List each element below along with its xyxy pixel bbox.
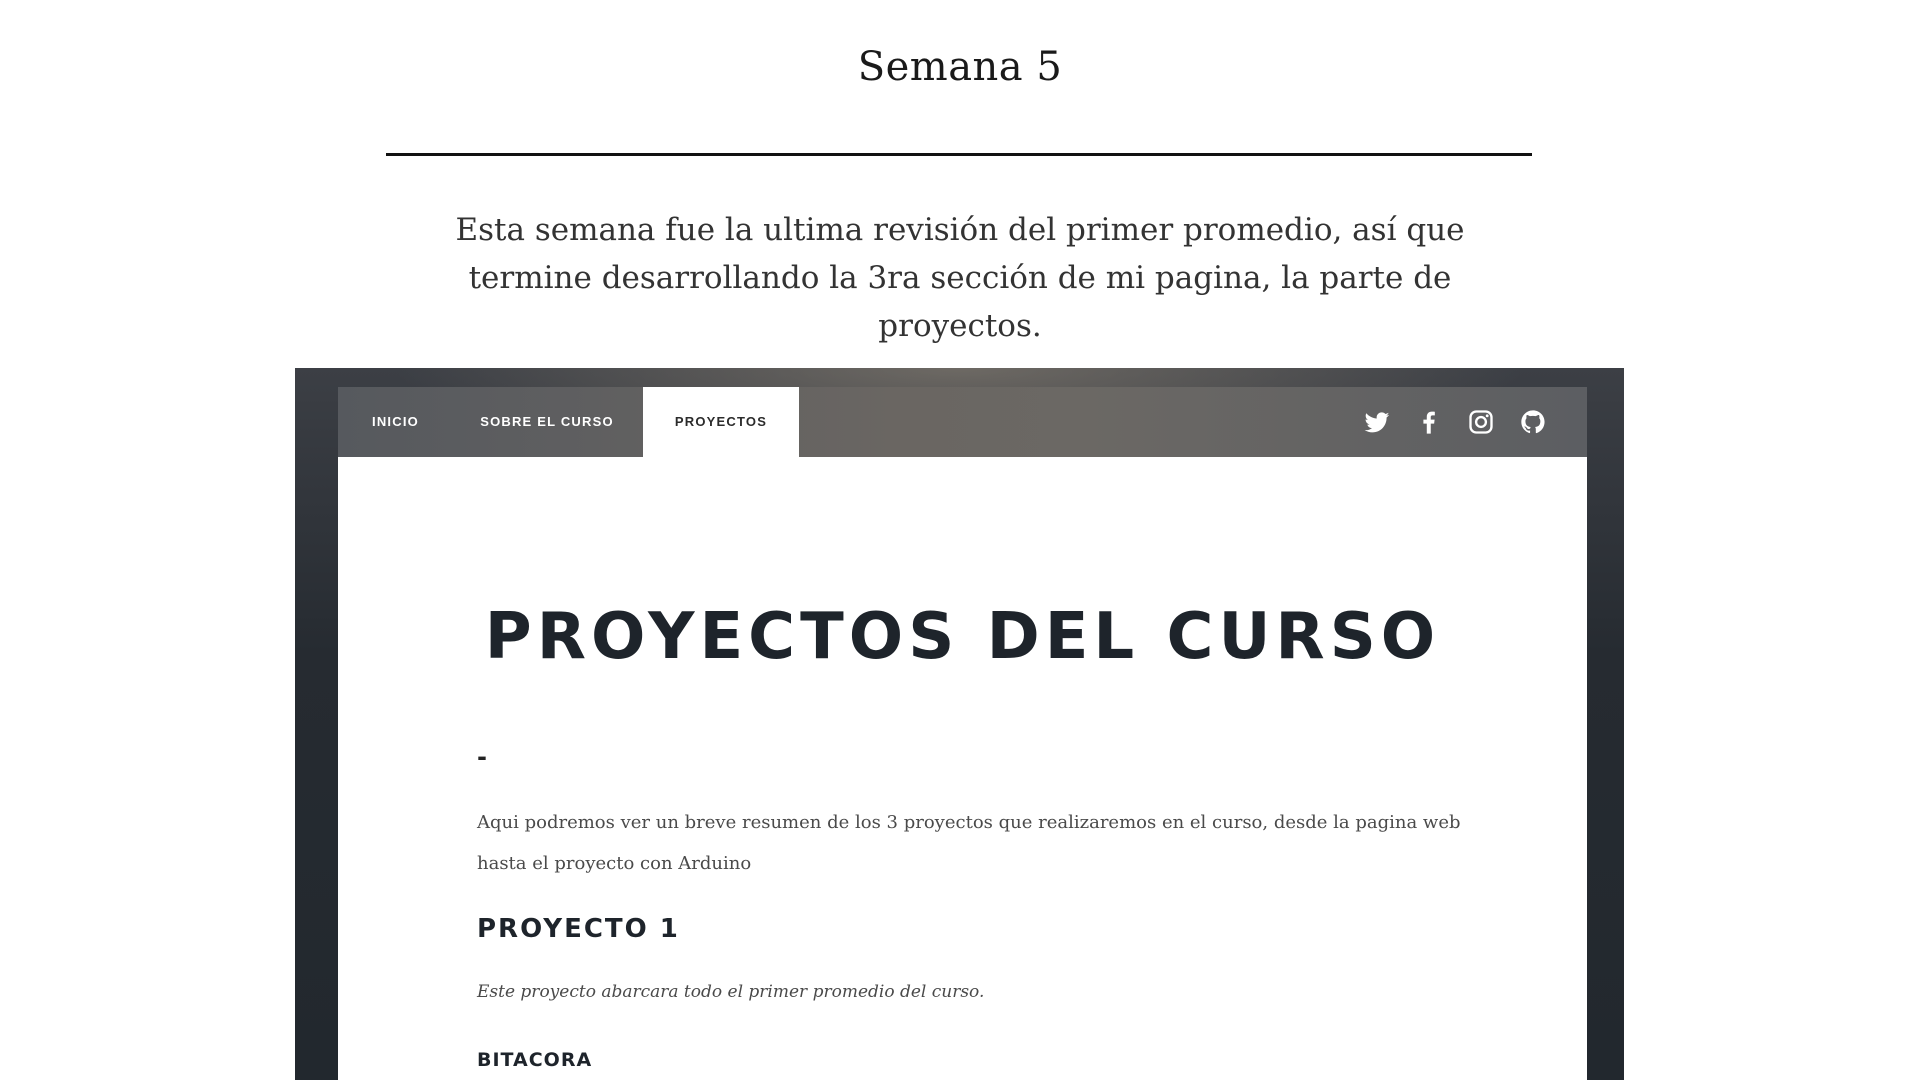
website-screenshot: INICIO SOBRE EL CURSO PROYECTOS PROYECTO… — [295, 368, 1624, 1080]
page-content: PROYECTOS DEL CURSO - Aqui podremos ver … — [338, 457, 1587, 1080]
nav-inicio[interactable]: INICIO — [338, 387, 453, 457]
github-icon[interactable] — [1519, 408, 1547, 436]
facebook-icon[interactable] — [1415, 408, 1443, 436]
post-intro: Esta semana fue la ultima revisión del p… — [455, 212, 1465, 344]
title-divider — [386, 153, 1532, 156]
twitter-icon[interactable] — [1363, 408, 1391, 436]
page-title: PROYECTOS DEL CURSO — [484, 600, 1441, 674]
site-navbar: INICIO SOBRE EL CURSO PROYECTOS — [338, 387, 1587, 457]
section-title: PROYECTO 1 — [477, 914, 680, 944]
section-subtitle: Este proyecto abarcara todo el primer pr… — [477, 982, 985, 1002]
subsection-title: BITACORA — [477, 1049, 593, 1071]
post-title: Semana 5 — [857, 44, 1063, 90]
intro-paragraph: Aqui podremos ver un breve resumen de lo… — [477, 812, 1461, 874]
instagram-icon[interactable] — [1467, 408, 1495, 436]
nav-sobre-el-curso[interactable]: SOBRE EL CURSO — [453, 387, 641, 457]
separator-dash: - — [477, 743, 487, 771]
nav-proyectos[interactable]: PROYECTOS — [643, 387, 799, 457]
